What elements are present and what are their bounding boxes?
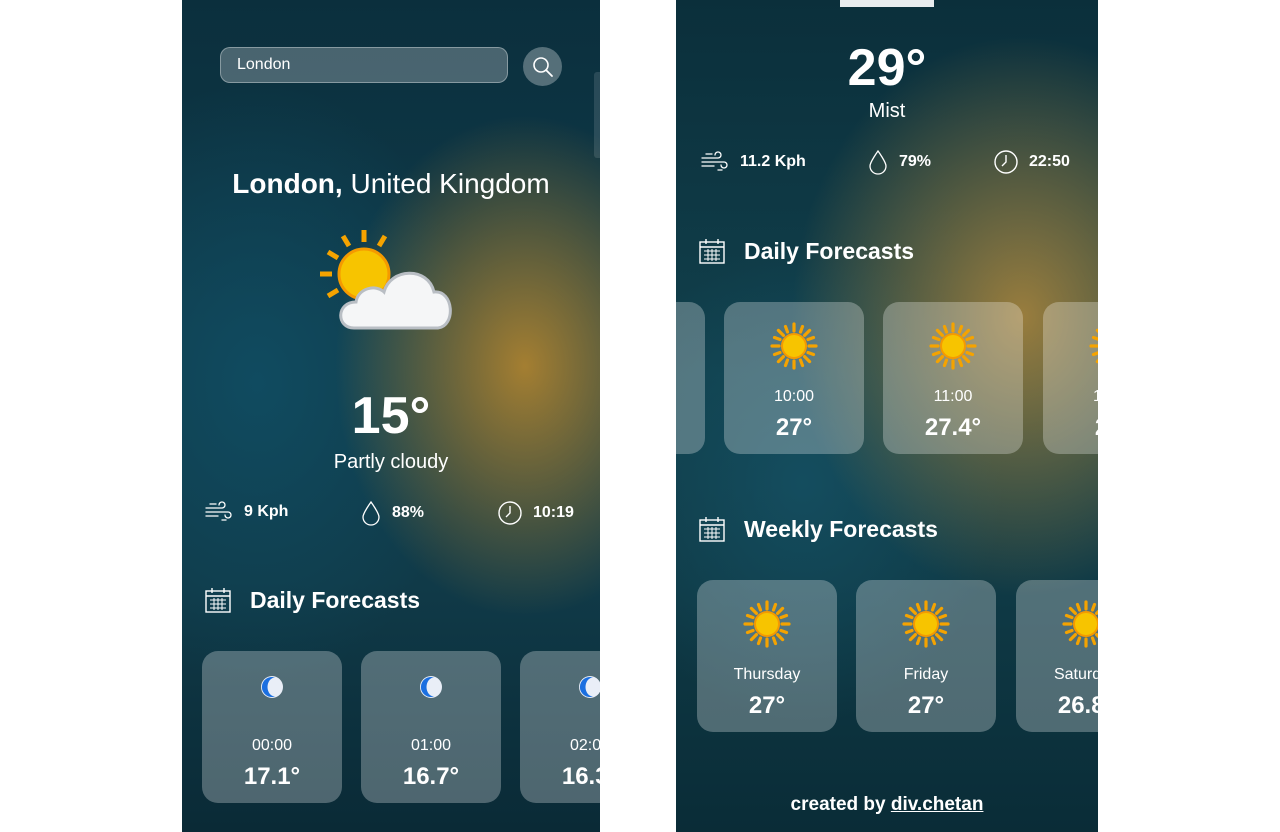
calendar-icon [699, 517, 725, 542]
search-icon [532, 56, 553, 77]
current-condition: Partly cloudy [333, 451, 449, 473]
forecast-time: 02:00 [569, 737, 600, 754]
humidity-value: 79% [899, 153, 932, 170]
forecast-time: 01:00 [410, 737, 452, 754]
forecast-temp: 27° [775, 414, 813, 441]
search-input[interactable] [220, 47, 508, 83]
current-temp: 29° [847, 39, 927, 97]
weekly-card[interactable]: Saturday 26.8° [1016, 580, 1098, 732]
wind-stat: 9 Kph [204, 500, 288, 524]
location-title: London, United Kingdom [182, 168, 600, 200]
sun-icon [1062, 600, 1098, 648]
forecast-card[interactable]: 11:00 27.4° [883, 302, 1023, 454]
weekly-card[interactable]: Thursday 27° [697, 580, 837, 732]
forecast-temp: 27° [1043, 414, 1098, 442]
time-value: 22:50 [1029, 153, 1070, 170]
sun-icon [902, 600, 950, 648]
search-bar-edge [840, 0, 934, 7]
clock-icon [994, 150, 1018, 174]
forecast-temp: 16.3° [561, 763, 600, 790]
forecast-time: 12:00 [1092, 388, 1098, 405]
sun-icon [770, 322, 818, 370]
daily-forecasts-header: Daily Forecasts [698, 237, 914, 265]
sun-icon [1089, 322, 1098, 370]
wind-stat: 11.2 Kph [700, 150, 806, 174]
forecast-temp: 17.1° [243, 763, 301, 790]
weather-screen-right: 29° Mist 11.2 Kph 79% 22:50 Daily Foreca… [676, 0, 1098, 832]
credit-prefix: created by [790, 794, 891, 815]
credit-footer: created by div.chetan [676, 794, 1098, 816]
daily-forecasts-title: Daily Forecasts [744, 237, 915, 264]
current-condition: Mist [868, 100, 906, 122]
sun-icon [743, 600, 791, 648]
clock-icon [498, 501, 522, 525]
forecast-time: 00:00 [251, 737, 293, 754]
wind-icon [701, 151, 728, 171]
weekly-day: Saturday [1053, 666, 1098, 683]
forecast-time: 10:00 [773, 388, 815, 405]
weekly-temp: 26.8° [1057, 692, 1098, 719]
forecast-card[interactable]: 12:00 27° [1043, 302, 1098, 454]
humidity-stat: 88% [360, 500, 424, 526]
moon-icon [579, 676, 600, 698]
wind-value: 9 Kph [244, 503, 289, 520]
forecast-card[interactable]: 02:00 16.3° [520, 651, 600, 803]
weekly-day: Friday [903, 666, 949, 683]
forecast-card[interactable]: 01:00 16.7° [361, 651, 501, 803]
weekly-temp: 27° [748, 692, 786, 719]
time-value: 10:19 [533, 504, 574, 521]
wind-value: 11.2 Kph [740, 153, 806, 170]
forecast-temp: 27.4° [924, 414, 982, 441]
humidity-stat: 79% [867, 149, 931, 175]
forecast-card-partial[interactable] [676, 302, 705, 454]
drop-icon [362, 500, 380, 526]
weekly-forecasts-header: Weekly Forecasts [698, 515, 938, 543]
forecast-card[interactable]: 00:00 17.1° [202, 651, 342, 803]
moon-icon [420, 676, 442, 698]
weekly-forecasts-title: Weekly Forecasts [744, 515, 938, 542]
calendar-icon [205, 588, 231, 613]
weekly-card[interactable]: Friday 27° [856, 580, 996, 732]
partly-cloudy-icon [320, 230, 452, 330]
scroll-edge [594, 72, 600, 158]
daily-forecasts-header: Daily Forecasts [204, 586, 420, 614]
current-temp: 15° [351, 387, 431, 445]
sun-icon [929, 322, 977, 370]
search-button[interactable] [523, 47, 562, 86]
weekly-day: Thursday [733, 666, 801, 683]
author-link[interactable]: div.chetan [891, 794, 984, 815]
moon-icon [261, 676, 283, 698]
forecast-card[interactable]: 10:00 27° [724, 302, 864, 454]
wind-icon [205, 501, 232, 521]
calendar-icon [699, 239, 725, 264]
location-country: United Kingdom [342, 168, 550, 199]
daily-forecasts-title: Daily Forecasts [250, 586, 421, 613]
forecast-temp: 16.7° [402, 763, 460, 790]
time-stat: 10:19 [497, 500, 574, 526]
weekly-temp: 27° [907, 692, 945, 719]
drop-icon [869, 149, 887, 175]
time-stat: 22:50 [993, 149, 1070, 175]
weather-screen-left: London, United Kingdom 15° Partly cloudy… [182, 0, 600, 832]
location-city: London, [232, 168, 343, 199]
forecast-time: 11:00 [933, 388, 973, 405]
humidity-value: 88% [392, 504, 425, 521]
